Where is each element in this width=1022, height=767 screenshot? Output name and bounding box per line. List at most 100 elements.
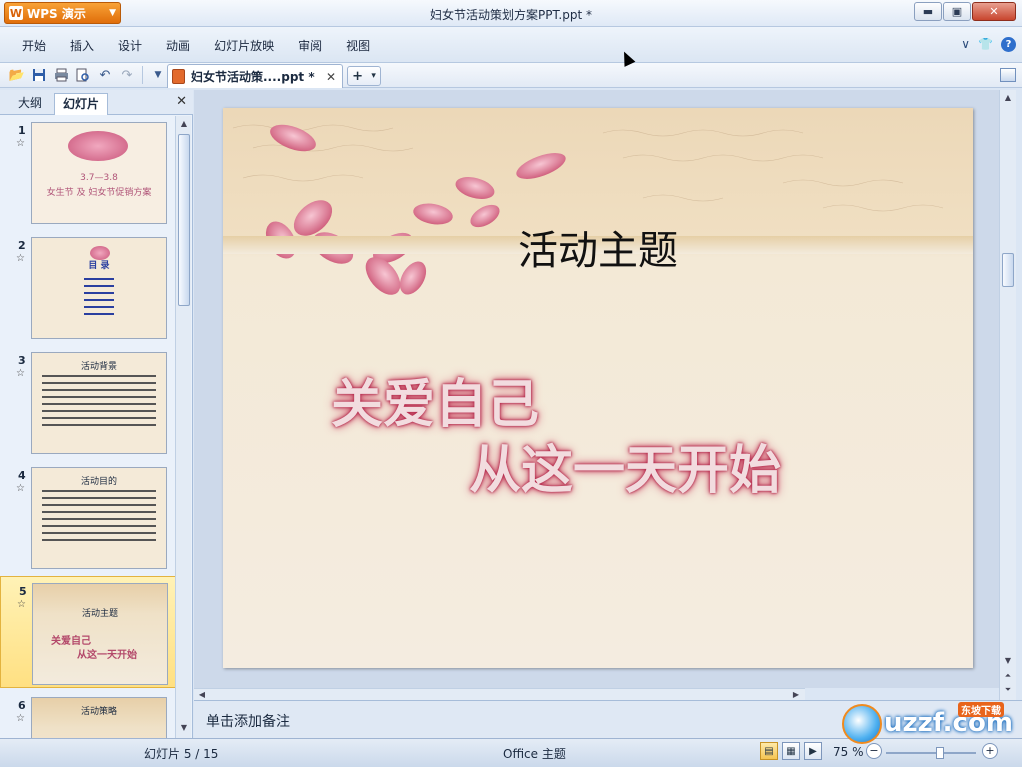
menu-bar: 开始 插入 设计 动画 幻灯片放映 审阅 视图 ∨ 👕 ? — [0, 27, 1022, 63]
thumbnail-text-line — [42, 382, 156, 384]
thumbnail-text-line — [42, 403, 156, 405]
slide-thumbnail-row[interactable]: 5 ☆ 活动主题 关爱自己 从这一天开始 — [0, 576, 176, 688]
scroll-up-icon[interactable]: ▲ — [178, 118, 190, 130]
undo-icon[interactable]: ↶ — [96, 66, 114, 84]
thumbnail-flower-icon — [68, 131, 128, 161]
slide-title[interactable]: 活动主题 — [223, 218, 973, 276]
thumbnail-text-line — [84, 299, 114, 301]
task-pane-toggle-icon[interactable] — [1000, 68, 1016, 82]
scroll-down-icon[interactable]: ▼ — [1002, 655, 1014, 667]
new-tab-dropdown-icon[interactable]: ▾ — [371, 71, 376, 81]
document-tab[interactable]: 妇女节活动策....ppt * ✕ — [167, 64, 343, 88]
tab-slides[interactable]: 幻灯片 — [54, 93, 109, 115]
slide-thumbnail-row[interactable]: 3 ☆ 活动背景 — [0, 346, 176, 458]
slide-number: 5 — [19, 585, 27, 598]
thumbnail-text-line — [42, 504, 156, 506]
current-slide[interactable]: 活动主题 关爱自己 从这一天开始 — [223, 108, 973, 668]
slide-thumbnail[interactable]: 活动主题 关爱自己 从这一天开始 — [32, 583, 168, 685]
zoom-level[interactable]: 75 % — [833, 745, 864, 759]
notes-placeholder[interactable]: 单击添加备注 — [206, 711, 290, 731]
zoom-slider[interactable] — [886, 747, 976, 759]
menu-item-2[interactable]: 设计 — [106, 38, 154, 54]
slide-number: 6 — [18, 699, 26, 712]
app-menu-label: WPS 演示 — [27, 6, 86, 21]
minimize-button[interactable]: ▬ — [914, 2, 942, 21]
slide-subtitle-line-1[interactable]: 关爱自己 — [331, 362, 539, 437]
window-title: 妇女节活动策划方案PPT.ppt * — [430, 8, 592, 22]
slide-thumbnail[interactable]: 3.7—3.8 女生节 及 妇女节促销方案 — [31, 122, 167, 224]
slides-panel: 大纲 幻灯片 ✕ 1 ☆ 3.7—3.8 女生节 及 妇女节促销方案 2 ☆ 目 录 3 ☆ 活动… — [0, 90, 193, 738]
editor-vertical-scrollbar[interactable]: ▲ ▼ ⏶ ⏷ — [999, 90, 1016, 700]
maximize-button[interactable]: ▣ — [943, 2, 971, 21]
scroll-down-icon[interactable]: ▼ — [178, 722, 190, 734]
slide-thumbnail-row[interactable]: 1 ☆ 3.7—3.8 女生节 及 妇女节促销方案 — [0, 116, 176, 228]
close-panel-icon[interactable]: ✕ — [176, 94, 187, 109]
thumbnail-text-line — [84, 292, 114, 294]
animation-star-icon: ☆ — [16, 713, 25, 724]
menu-item-4[interactable]: 幻灯片放映 — [202, 38, 286, 54]
dropdown-arrow-icon: ▼ — [109, 8, 116, 18]
close-window-button[interactable]: ✕ — [972, 2, 1016, 21]
save-icon[interactable] — [30, 66, 48, 84]
theme-name[interactable]: Office 主题 — [503, 745, 566, 762]
zoom-slider-knob[interactable] — [936, 747, 944, 759]
animation-star-icon: ☆ — [16, 138, 25, 149]
quick-toolbar: 📂 ↶ ↷ ▼ 妇女节活动策....ppt * ✕ + ▾ — [0, 63, 1022, 88]
print-icon[interactable] — [52, 66, 70, 84]
customize-toolbar-icon[interactable]: ▼ — [149, 66, 167, 84]
thumbnail-text-line — [42, 424, 156, 426]
panel-scroll-thumb[interactable] — [178, 134, 190, 306]
thumbnail-text-line — [42, 396, 156, 398]
ppt-file-icon — [172, 69, 185, 84]
editor-scroll-thumb[interactable] — [1002, 253, 1014, 287]
wps-app-menu-button[interactable]: W WPS 演示 ▼ — [4, 2, 121, 24]
redo-icon[interactable]: ↷ — [118, 66, 136, 84]
menu-item-3[interactable]: 动画 — [154, 38, 202, 54]
previous-slide-icon[interactable]: ⏶ — [1002, 670, 1014, 682]
thumbnail-text-line — [42, 375, 156, 377]
thumbnail-text: 女生节 及 妇女节促销方案 — [46, 188, 152, 198]
open-folder-icon[interactable]: 📂 — [8, 66, 26, 84]
slide-sorter-view-icon[interactable]: ▦ — [782, 742, 800, 760]
document-tab-label: 妇女节活动策....ppt * — [191, 70, 315, 84]
menu-items: 开始 插入 设计 动画 幻灯片放映 审阅 视图 — [10, 38, 382, 54]
new-document-button[interactable]: + ▾ — [347, 66, 381, 86]
menu-item-6[interactable]: 视图 — [334, 38, 382, 54]
slide-thumbnail[interactable]: 活动目的 — [31, 467, 167, 569]
slide-thumbnail[interactable]: 目 录 — [31, 237, 167, 339]
slide-thumbnail[interactable]: 活动策略 — [31, 697, 167, 738]
ribbon-collapse-icon[interactable]: ∨ — [961, 37, 970, 52]
menu-item-0[interactable]: 开始 — [10, 38, 58, 54]
thumbnail-text: 活动主题 — [81, 609, 118, 619]
thumbnail-text-line — [42, 410, 156, 412]
thumbnail-text-line — [42, 539, 156, 541]
panel-scrollbar[interactable]: ▲ ▼ — [175, 116, 191, 738]
thumbnail-flower-icon — [90, 246, 110, 260]
view-buttons: ▤ ▦ ▶ — [760, 742, 822, 760]
thumbnail-text: 活动背景 — [80, 362, 117, 372]
help-icon[interactable]: ? — [1001, 37, 1016, 52]
slideshow-view-icon[interactable]: ▶ — [804, 742, 822, 760]
tab-outline[interactable]: 大纲 — [10, 93, 50, 115]
print-preview-icon[interactable] — [74, 66, 92, 84]
thumbnail-text-line — [42, 490, 156, 492]
menu-item-5[interactable]: 审阅 — [286, 38, 334, 54]
slide-thumbnail-row[interactable]: 4 ☆ 活动目的 — [0, 461, 176, 573]
title-bar: W WPS 演示 ▼ 妇女节活动策划方案PPT.ppt * ▬ ▣ ✕ — [0, 0, 1022, 27]
watermark-tag: 东坡下载 — [958, 702, 1004, 717]
slide-thumbnail-row[interactable]: 2 ☆ 目 录 — [0, 231, 176, 343]
editor-horizontal-scrollbar[interactable]: ◀ ▶ — [194, 688, 805, 700]
close-tab-icon[interactable]: ✕ — [326, 70, 336, 84]
normal-view-icon[interactable]: ▤ — [760, 742, 778, 760]
skin-shirt-icon[interactable]: 👕 — [978, 37, 993, 52]
slide-thumbnail-row[interactable]: 6 ☆ 活动策略 — [0, 691, 176, 738]
slide-thumbnail-list: 1 ☆ 3.7—3.8 女生节 及 妇女节促销方案 2 ☆ 目 录 3 ☆ 活动背景 4 ☆ 活动目的 5… — [0, 116, 176, 738]
scroll-up-icon[interactable]: ▲ — [1002, 92, 1014, 104]
next-slide-icon[interactable]: ⏷ — [1002, 684, 1014, 696]
menu-item-1[interactable]: 插入 — [58, 38, 106, 54]
slide-subtitle-line-2[interactable]: 从这一天开始 — [469, 428, 781, 503]
window-controls: ▬ ▣ ✕ — [914, 2, 1016, 21]
slide-thumbnail[interactable]: 活动背景 — [31, 352, 167, 454]
plus-icon: + — [352, 68, 364, 84]
thumbnail-text-line — [42, 511, 156, 513]
